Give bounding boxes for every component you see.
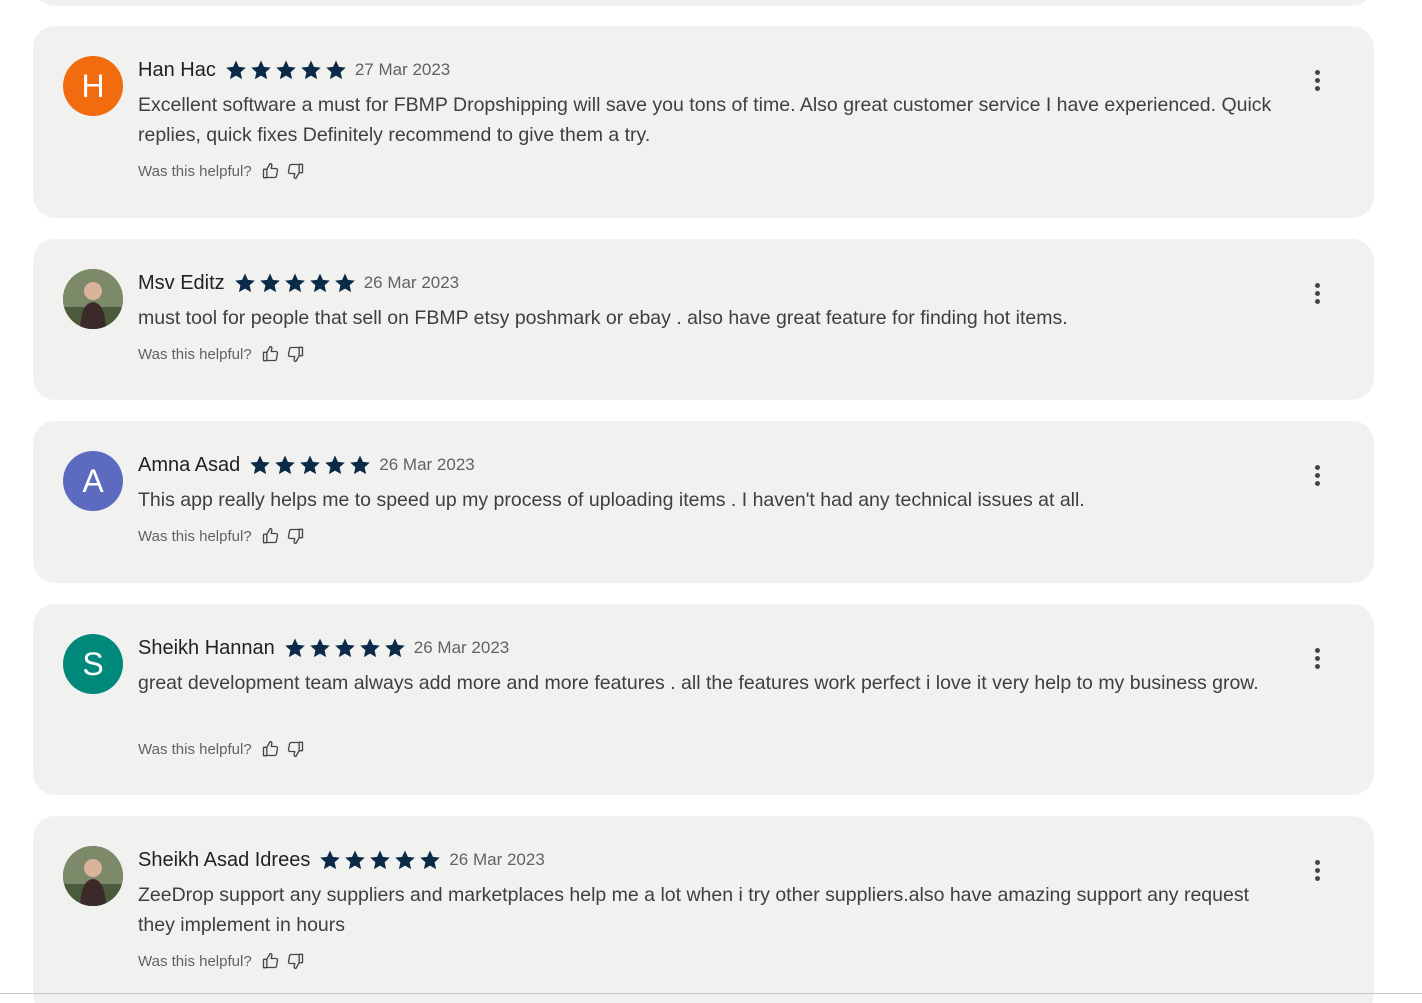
- thumbs-down-icon[interactable]: [284, 950, 306, 972]
- star-rating: [233, 271, 358, 295]
- review-header: Amna Asad 26 Mar 2023: [138, 451, 475, 479]
- review-card: Sheikh Asad Idrees 26 Mar 2023 ZeeDrop s…: [33, 816, 1374, 1003]
- helpful-row: Was this helpful?: [138, 949, 308, 973]
- review-header: Sheikh Hannan 26 Mar 2023: [138, 634, 509, 662]
- thumbs-up-icon[interactable]: [260, 738, 282, 760]
- star-icon: [275, 455, 296, 475]
- helpful-label: Was this helpful?: [138, 740, 252, 758]
- star-icon: [250, 455, 271, 475]
- star-icon: [326, 60, 346, 80]
- review-card: H Han Hac 27 Mar 2023 Excellent software…: [33, 26, 1374, 218]
- star-icon: [276, 60, 296, 80]
- star-icon: [325, 455, 346, 475]
- review-date: 26 Mar 2023: [413, 638, 510, 657]
- divider: [0, 993, 1422, 994]
- thumbs-down-icon[interactable]: [284, 343, 306, 365]
- star-icon: [334, 273, 355, 293]
- star-icon: [309, 273, 330, 293]
- helpful-label: Was this helpful?: [138, 527, 252, 545]
- thumbs-down-icon[interactable]: [284, 525, 306, 547]
- review-date: 26 Mar 2023: [363, 273, 460, 292]
- star-icon: [384, 638, 405, 658]
- star-icon: [301, 60, 321, 80]
- helpful-row: Was this helpful?: [138, 159, 308, 183]
- star-rating: [318, 848, 443, 872]
- review-header: Han Hac 27 Mar 2023: [138, 56, 450, 84]
- star-icon: [234, 273, 255, 293]
- star-icon: [350, 455, 371, 475]
- star-icon: [226, 60, 246, 80]
- star-icon: [334, 638, 355, 658]
- review-date: 26 Mar 2023: [449, 850, 545, 869]
- thumbs-up-icon[interactable]: [260, 525, 282, 547]
- star-rating: [248, 453, 373, 477]
- review-text: ZeeDrop support any suppliers and market…: [138, 884, 1250, 936]
- more-options-icon[interactable]: [1305, 461, 1329, 489]
- more-options-icon[interactable]: [1305, 66, 1329, 94]
- more-options-icon[interactable]: [1305, 279, 1329, 307]
- thumbs-down-icon[interactable]: [284, 160, 306, 182]
- star-icon: [284, 638, 305, 658]
- star-rating: [283, 636, 408, 660]
- helpful-row: Was this helpful?: [138, 342, 308, 366]
- star-icon: [395, 850, 416, 870]
- star-icon: [309, 638, 330, 658]
- helpful-label: Was this helpful?: [138, 345, 252, 363]
- review-card: A Amna Asad 26 Mar 2023 This app really …: [33, 421, 1374, 583]
- star-rating: [224, 58, 349, 82]
- more-options-icon[interactable]: [1305, 856, 1329, 884]
- review-text: great development team always add more a…: [138, 672, 1259, 694]
- reviewer-name: Sheikh Asad Idrees: [138, 848, 311, 871]
- avatar: A: [63, 451, 123, 511]
- star-icon: [345, 850, 366, 870]
- star-icon: [320, 850, 341, 870]
- review-date: 27 Mar 2023: [354, 60, 451, 79]
- review-date: 26 Mar 2023: [379, 455, 475, 474]
- star-icon: [420, 850, 441, 870]
- star-icon: [284, 273, 305, 293]
- star-icon: [259, 273, 280, 293]
- review-text: Excellent software a must for FBMP Drops…: [138, 94, 1272, 146]
- thumbs-up-icon[interactable]: [260, 343, 282, 365]
- star-icon: [370, 850, 391, 870]
- reviewer-name: Sheikh Hannan: [138, 636, 275, 659]
- previous-review-card: [33, 0, 1374, 6]
- thumbs-up-icon[interactable]: [260, 950, 282, 972]
- review-header: Msv Editz 26 Mar 2023: [138, 269, 459, 297]
- reviewer-name: Amna Asad: [138, 453, 241, 476]
- helpful-row: Was this helpful?: [138, 524, 308, 548]
- thumbs-down-icon[interactable]: [284, 738, 306, 760]
- review-text: This app really helps me to speed up my …: [138, 489, 1085, 511]
- avatar: [63, 846, 123, 906]
- review-card: S Sheikh Hannan 26 Mar 2023 great develo…: [33, 604, 1374, 795]
- avatar: [63, 269, 123, 329]
- more-options-icon[interactable]: [1305, 644, 1329, 672]
- helpful-label: Was this helpful?: [138, 162, 252, 180]
- helpful-row: Was this helpful?: [138, 737, 308, 761]
- review-card: Msv Editz 26 Mar 2023 must tool for peop…: [33, 239, 1374, 400]
- thumbs-up-icon[interactable]: [260, 160, 282, 182]
- reviewer-name: Han Hac: [138, 58, 216, 81]
- reviewer-name: Msv Editz: [138, 271, 225, 294]
- star-icon: [300, 455, 321, 475]
- star-icon: [251, 60, 271, 80]
- review-header: Sheikh Asad Idrees 26 Mar 2023: [138, 846, 545, 874]
- avatar: S: [63, 634, 123, 694]
- helpful-label: Was this helpful?: [138, 952, 252, 970]
- review-text: must tool for people that sell on FBMP e…: [138, 307, 1068, 329]
- star-icon: [359, 638, 380, 658]
- reviews-page: H Han Hac 27 Mar 2023 Excellent software…: [0, 0, 1422, 1003]
- avatar: H: [63, 56, 123, 116]
